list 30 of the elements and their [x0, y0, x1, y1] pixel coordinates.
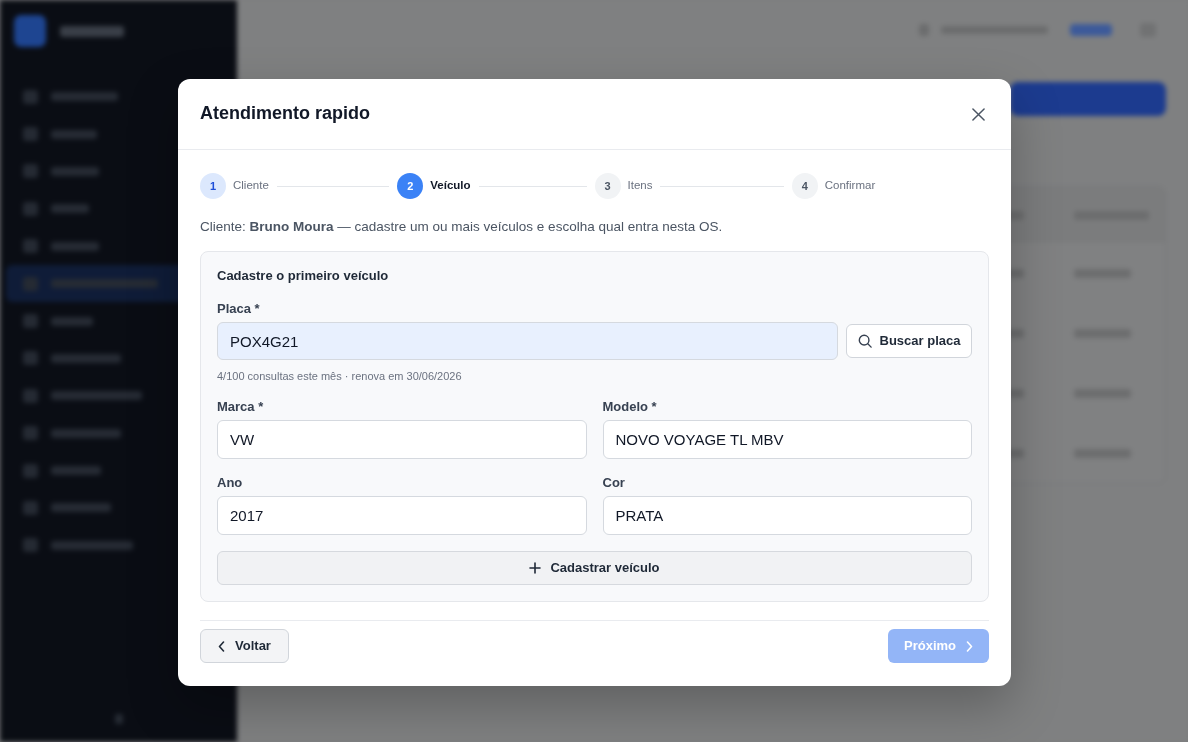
plus-icon	[529, 562, 542, 574]
back-button[interactable]: Voltar	[200, 629, 289, 663]
step-label: Itens	[627, 178, 653, 194]
step-number: 2	[397, 173, 424, 199]
field-label: Marca *	[217, 398, 264, 416]
form-section-title: Cadastre o primeiro veículo	[217, 268, 389, 284]
text-input[interactable]: 2017	[217, 496, 587, 535]
lookup-quota-hint: 4/100 consultas este mês · renova em 30/06/2026	[217, 369, 462, 383]
field-label: Modelo *	[602, 398, 657, 416]
step-number: 1	[200, 173, 226, 199]
text-input[interactable]: PRATA	[602, 496, 972, 535]
chevron-left-icon	[218, 640, 226, 652]
field-label: Ano	[217, 474, 243, 492]
field-label: Placa *	[217, 300, 260, 318]
field-label: Cor	[602, 474, 625, 492]
step-number: 4	[791, 173, 818, 199]
step-label: Cliente	[233, 178, 269, 194]
dialog-title: Atendimento rapido	[200, 103, 370, 125]
text-input[interactable]: NOVO VOYAGE TL MBV	[602, 420, 972, 459]
chevron-right-icon	[966, 640, 973, 652]
plate-input[interactable]: POX4G21	[217, 322, 838, 360]
client-summary-text: Cliente: Bruno Moura — cadastre um ou mais veículos e escolha qual entra nesta OS.	[200, 218, 723, 236]
step-label: Confirmar	[824, 178, 876, 194]
step-number: 3	[594, 173, 621, 199]
step-label: Veículo	[430, 178, 471, 194]
close-icon	[971, 107, 985, 121]
text-input[interactable]: VW	[217, 420, 587, 459]
search-plate-button[interactable]: Buscar placa	[846, 324, 972, 358]
search-icon	[857, 334, 872, 348]
add-vehicle-button[interactable]: Cadastrar veículo	[217, 551, 972, 585]
